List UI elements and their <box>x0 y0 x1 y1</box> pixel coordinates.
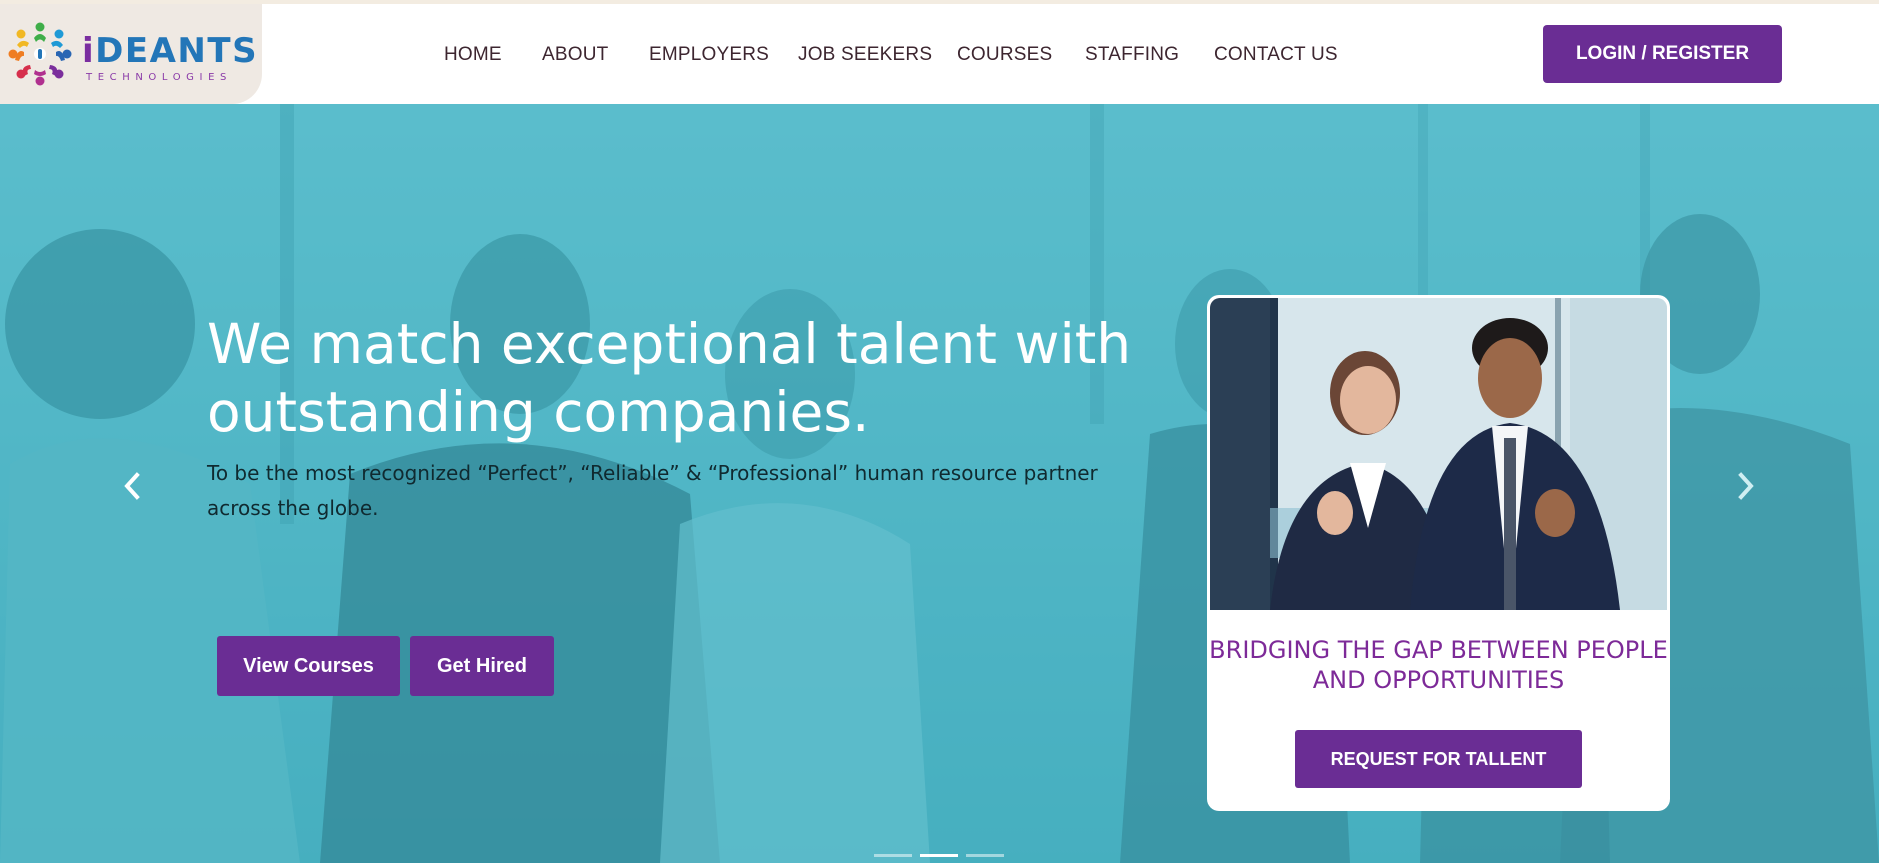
view-courses-button[interactable]: View Courses <box>217 636 400 696</box>
chevron-left-icon <box>124 472 140 500</box>
nav-employers[interactable]: EMPLOYERS <box>649 44 769 66</box>
site-header: iDEANTS TECHNOLOGIES HOME ABOUT EMPLOYER… <box>0 4 1879 104</box>
nav-home[interactable]: HOME <box>444 44 502 66</box>
nav-job-seekers[interactable]: JOB SEEKERS <box>798 44 932 66</box>
request-for-talent-button[interactable]: REQUEST FOR TALLENT <box>1295 730 1582 788</box>
get-hired-button[interactable]: Get Hired <box>410 636 554 696</box>
talent-card: BRIDGING THE GAP BETWEEN PEOPLE AND OPPO… <box>1207 295 1670 811</box>
hero-subtext: To be the most recognized “Perfect”, “Re… <box>207 461 1098 520</box>
carousel-indicator-3[interactable] <box>966 854 1004 857</box>
hero-carousel: We match exceptional talent with outstan… <box>0 104 1879 863</box>
carousel-next-button[interactable] <box>1728 468 1764 504</box>
nav-staffing[interactable]: STAFFING <box>1085 44 1179 66</box>
login-register-button[interactable]: LOGIN / REGISTER <box>1543 25 1782 83</box>
carousel-indicator-2[interactable] <box>920 854 958 857</box>
nav-contact-us[interactable]: CONTACT US <box>1214 44 1338 66</box>
hero-headline: We match exceptional talent with outstan… <box>207 312 1132 444</box>
nav-courses[interactable]: COURSES <box>957 44 1052 66</box>
card-title: BRIDGING THE GAP BETWEEN PEOPLE AND OPPO… <box>1209 636 1668 694</box>
nav-about[interactable]: ABOUT <box>542 44 608 66</box>
carousel-prev-button[interactable] <box>114 468 150 504</box>
carousel-indicator-1[interactable] <box>874 854 912 857</box>
chevron-right-icon <box>1738 472 1754 500</box>
business-people-thumbs-up-photo <box>1210 298 1667 610</box>
